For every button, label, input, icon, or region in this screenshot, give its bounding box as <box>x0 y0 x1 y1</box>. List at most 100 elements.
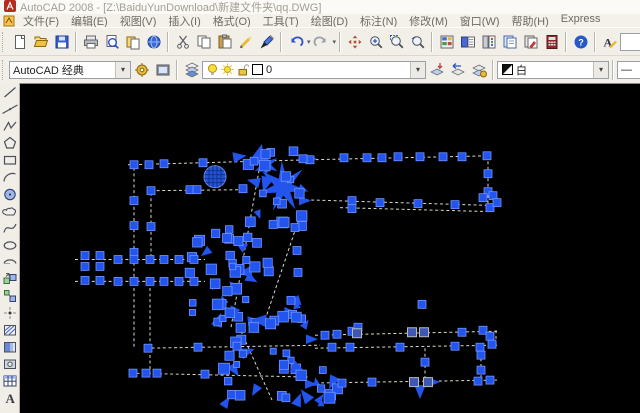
rectangle-tool-button[interactable] <box>0 151 19 168</box>
grip[interactable] <box>219 363 230 374</box>
grip[interactable] <box>279 217 289 227</box>
selection-line[interactable] <box>315 345 497 348</box>
grip[interactable] <box>348 205 356 213</box>
grip[interactable] <box>281 172 291 181</box>
grip[interactable] <box>324 392 335 403</box>
hot-grip[interactable] <box>424 378 433 387</box>
polygon-tool-button[interactable] <box>0 134 19 151</box>
grip[interactable] <box>282 394 290 402</box>
grip[interactable] <box>211 229 219 237</box>
grip[interactable] <box>348 197 356 205</box>
grip[interactable] <box>378 154 386 162</box>
match-properties-button[interactable] <box>256 31 277 52</box>
grip[interactable] <box>226 251 234 259</box>
grip[interactable] <box>96 262 104 270</box>
grip[interactable] <box>299 155 307 163</box>
workspace-save-button[interactable] <box>152 59 173 80</box>
tool-palettes-button[interactable] <box>478 31 499 52</box>
copy-button[interactable] <box>193 31 214 52</box>
grip[interactable] <box>130 197 138 205</box>
grip[interactable] <box>477 366 485 374</box>
grip[interactable] <box>185 268 194 277</box>
grip[interactable] <box>250 157 258 165</box>
grip[interactable] <box>146 277 154 285</box>
grip[interactable] <box>245 217 255 227</box>
grip[interactable] <box>451 201 459 209</box>
grip[interactable] <box>236 323 245 332</box>
redo-dropdown-icon[interactable]: ▾ <box>333 38 337 46</box>
ellipse-tool-button[interactable] <box>0 236 19 253</box>
toolbar-grip[interactable] <box>2 60 7 80</box>
grip[interactable] <box>269 220 277 228</box>
grip[interactable] <box>190 277 198 285</box>
grip[interactable] <box>394 153 402 161</box>
grip[interactable] <box>147 187 155 195</box>
make-object-layer-current-button[interactable] <box>426 59 447 80</box>
line-tool-button[interactable] <box>0 83 19 100</box>
spline-tool-button[interactable] <box>0 219 19 236</box>
chevron-down-icon[interactable]: ▾ <box>410 62 425 78</box>
grip[interactable] <box>212 299 223 310</box>
layer-freeze-sun-icon[interactable] <box>221 63 234 76</box>
hatch-tool-button[interactable] <box>0 321 19 338</box>
grip[interactable] <box>328 343 336 351</box>
grip[interactable] <box>484 170 492 178</box>
grip[interactable] <box>228 390 236 398</box>
grip[interactable] <box>234 237 243 246</box>
hot-grip[interactable] <box>353 329 362 338</box>
grip[interactable] <box>175 255 183 263</box>
grip[interactable] <box>265 319 275 329</box>
grip[interactable] <box>414 200 422 208</box>
grip[interactable] <box>199 159 207 167</box>
grip[interactable] <box>376 199 384 207</box>
cluster-arrow[interactable] <box>198 246 212 260</box>
selection-line[interactable] <box>128 160 310 165</box>
grip[interactable] <box>225 226 233 234</box>
grip[interactable] <box>175 277 183 285</box>
grip[interactable] <box>96 251 104 259</box>
grip[interactable] <box>144 344 152 352</box>
grip[interactable] <box>225 308 235 318</box>
grip[interactable] <box>363 154 371 162</box>
grip[interactable] <box>493 199 501 207</box>
grip[interactable] <box>278 311 289 322</box>
hot-grip[interactable] <box>420 328 429 337</box>
grip[interactable] <box>333 330 341 338</box>
grip[interactable] <box>259 160 270 171</box>
text-style-combo[interactable]: ▾ <box>620 33 640 51</box>
grip[interactable] <box>296 370 306 380</box>
grip[interactable] <box>261 150 270 159</box>
grip[interactable] <box>474 377 482 385</box>
quickcalc-button[interactable] <box>541 31 562 52</box>
zoom-realtime-button[interactable] <box>365 31 386 52</box>
grip[interactable] <box>81 262 89 270</box>
grip[interactable] <box>368 378 376 386</box>
grip[interactable] <box>146 255 154 263</box>
grip[interactable] <box>160 255 168 263</box>
layer-properties-button[interactable] <box>181 59 202 80</box>
grip[interactable] <box>259 190 266 197</box>
grip[interactable] <box>234 361 240 367</box>
table-tool-button[interactable] <box>0 372 19 389</box>
toolbar-grip[interactable] <box>2 32 7 52</box>
open-button[interactable] <box>30 31 51 52</box>
construction-line-tool-button[interactable] <box>0 100 19 117</box>
layer-previous-button[interactable] <box>447 59 468 80</box>
text-style-button[interactable]: A <box>599 31 620 52</box>
grip[interactable] <box>239 185 247 193</box>
grip[interactable] <box>486 376 494 384</box>
grip[interactable] <box>476 343 484 351</box>
grip[interactable] <box>229 263 235 269</box>
plot-preview-button[interactable] <box>101 31 122 52</box>
redo-button[interactable] <box>311 31 332 52</box>
grip[interactable] <box>283 350 290 357</box>
grip[interactable] <box>243 256 250 263</box>
grip[interactable] <box>253 238 262 247</box>
save-button[interactable] <box>51 31 72 52</box>
grip[interactable] <box>396 343 404 351</box>
grip[interactable] <box>477 351 485 359</box>
polyline-tool-button[interactable] <box>0 117 19 134</box>
insert-block-tool-button[interactable] <box>0 270 19 287</box>
new-button[interactable] <box>9 31 30 52</box>
grip[interactable] <box>233 342 241 350</box>
